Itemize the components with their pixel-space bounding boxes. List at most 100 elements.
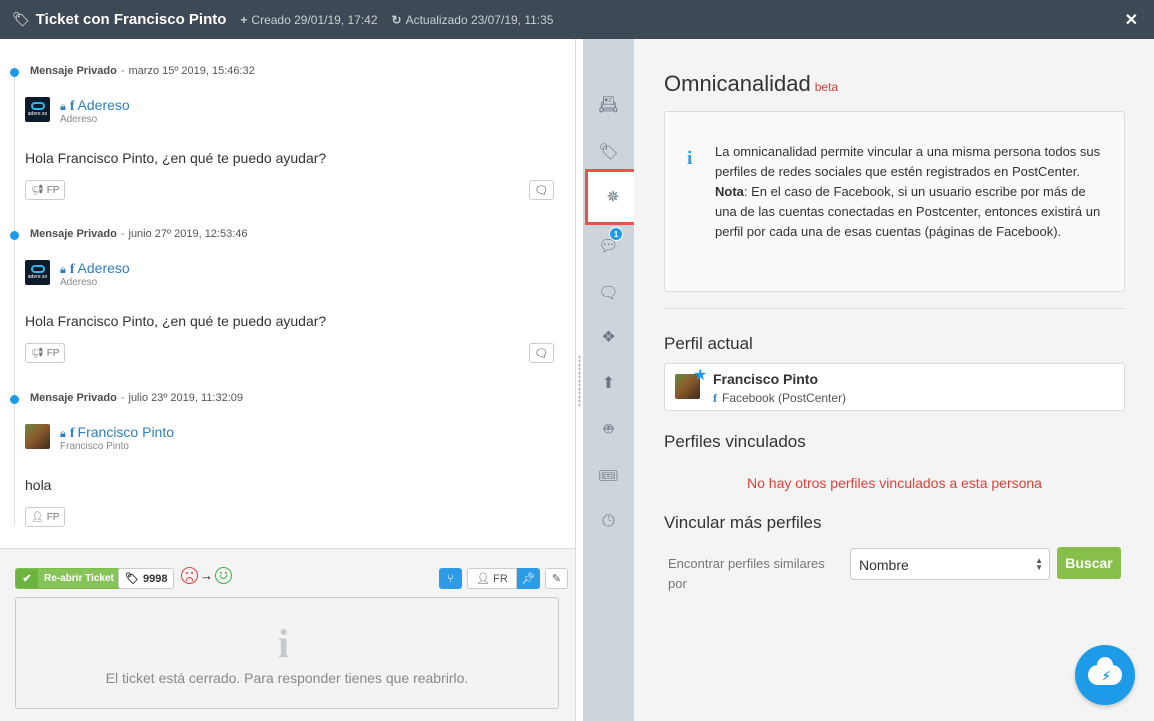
avatar: adere.so: [25, 260, 50, 285]
created-date: Creado 29/01/19, 17:42: [251, 12, 378, 27]
ticket-title: Ticket con Francisco Pinto: [35, 11, 227, 28]
author-subtitle: Francisco Pinto: [60, 441, 129, 452]
edit-icon: ✎: [551, 573, 562, 585]
ticket-icon: 🏷︎: [125, 573, 139, 585]
reopen-ticket-button[interactable]: ✔ Re-abrir Ticket: [15, 568, 121, 589]
reply-button[interactable]: 🗨︎: [529, 180, 554, 200]
timeline-dot: [10, 231, 19, 240]
author-name[interactable]: 🔒︎ f Adereso: [60, 260, 130, 278]
linked-profiles-heading: Perfiles vinculados: [664, 432, 806, 451]
tag-icon[interactable]: 🏷︎: [583, 137, 634, 167]
sad-face-icon: [181, 567, 198, 584]
pin-icon: 📌︎: [521, 573, 536, 585]
info-icon: i: [687, 148, 693, 169]
avatar: [25, 424, 50, 449]
closed-ticket-notice: i El ticket está cerrado. Para responder…: [15, 597, 559, 709]
chat-widget-button[interactable]: ⚡︎: [1075, 645, 1135, 705]
author-tag: 📢︎ FP: [25, 343, 66, 363]
tickets-icon[interactable]: 🎟︎: [583, 461, 634, 491]
search-button[interactable]: Buscar: [1057, 547, 1121, 579]
facebook-icon: f: [69, 426, 75, 441]
find-similar-label: Encontrar perfiles similares por: [668, 556, 825, 591]
edit-button[interactable]: ✎: [545, 568, 568, 589]
message-text: hola: [25, 477, 52, 493]
message-header: Mensaje Privado - marzo 15º 2019, 15:46:32: [30, 65, 255, 77]
ticket-header: 🏷︎ Ticket con Francisco Pinto + Creado 2…: [0, 0, 1154, 39]
profile-network: f Facebook (PostCenter): [713, 391, 847, 405]
omnichannel-panel: Omnicanalidad beta i La omnicanalidad per…: [634, 39, 1154, 721]
chat-icon[interactable]: 💬︎ 1: [583, 227, 634, 261]
robot-icon[interactable]: 🤖︎: [583, 415, 634, 445]
lock-icon: 🔒︎: [60, 264, 66, 276]
search-criteria-select[interactable]: Nombre ▲ ▼: [850, 548, 1050, 580]
bolt-icon: ⚡︎: [1102, 669, 1111, 683]
branch-icon: ⑂: [447, 572, 454, 585]
drag-handle-icon[interactable]: [578, 355, 581, 407]
ticket-toolbar: ⑂ 👤︎ FR 📌︎ ✎: [439, 568, 568, 589]
author-name[interactable]: 🔒︎ f Adereso: [60, 97, 130, 115]
timeline-dot: [10, 68, 19, 77]
message-item: Mensaje Privado - junio 27º 2019, 12:53:46…: [0, 208, 575, 371]
message-item: Mensaje Privado - marzo 15º 2019, 15:46:32…: [0, 45, 575, 208]
created-meta: + Creado 29/01/19, 17:42: [240, 13, 377, 27]
info-icon: i: [278, 621, 290, 666]
megaphone-icon: 📢︎: [31, 347, 44, 359]
timeline-dot: [10, 395, 19, 404]
user-icon: 👤︎: [31, 511, 44, 523]
comment-icon: 🗨︎: [534, 184, 549, 197]
divider: [664, 308, 1125, 309]
updated-date: Actualizado 23/07/19, 11:35: [405, 12, 554, 27]
no-linked-message: No hay otros perfiles vinculados a esta …: [747, 475, 1042, 491]
closed-ticket-message: El ticket está cerrado. Para responder t…: [105, 670, 469, 686]
current-profile-heading: Perfil actual: [664, 334, 753, 353]
current-profile-card[interactable]: ★ Francisco Pinto f Facebook (PostCenter): [664, 363, 1125, 411]
facebook-icon: f: [713, 391, 717, 405]
comments-icon[interactable]: 🗨︎: [583, 278, 634, 308]
arrow-right-icon: →: [200, 568, 213, 583]
message-header: Mensaje Privado - junio 27º 2019, 12:53:46: [30, 228, 248, 240]
notification-badge: 1: [609, 227, 623, 241]
megaphone-icon: 📢︎: [31, 184, 44, 196]
message-header: Mensaje Privado - julio 23º 2019, 11:32:09: [30, 392, 244, 404]
author-tag: 👤︎ FP: [25, 507, 66, 527]
puzzle-icon[interactable]: ❖: [583, 322, 634, 352]
check-icon: ✔: [16, 569, 38, 588]
page-title: Omnicanalidad beta: [664, 71, 839, 96]
cloud-icon: ⚡︎: [1088, 657, 1122, 685]
reply-button[interactable]: 🗨︎: [529, 343, 554, 363]
omnichannel-icon[interactable]: ✵: [585, 169, 641, 225]
avatar: adere.so: [25, 97, 50, 122]
clock-icon[interactable]: 🕒︎: [583, 507, 634, 537]
panel-splitter[interactable]: [575, 39, 583, 721]
happy-face-icon: [215, 567, 232, 584]
message-text: Hola Francisco Pinto, ¿en qué te puedo a…: [25, 150, 327, 166]
ticket-icon: 🏷︎: [12, 11, 30, 27]
close-icon[interactable]: ✕: [1125, 10, 1138, 30]
lock-icon: 🔒︎: [60, 428, 66, 440]
info-box: i La omnicanalidad permite vincular a un…: [664, 111, 1125, 292]
branch-button[interactable]: ⑂: [439, 568, 462, 589]
author-name[interactable]: 🔒︎ f Francisco Pinto: [60, 424, 174, 442]
profile-name: Francisco Pinto: [713, 371, 819, 387]
satisfaction-indicator: →: [181, 567, 232, 584]
updated-meta: ↻ Actualizado 23/07/19, 11:35: [392, 13, 554, 27]
beta-badge: beta: [814, 80, 839, 94]
link-more-heading: Vincular más perfiles: [664, 513, 822, 532]
author-tag: 📢︎ FP: [25, 180, 66, 200]
star-icon: ★: [693, 367, 708, 384]
author-subtitle: Adereso: [60, 114, 98, 125]
ticket-number-badge: 🏷︎ 9998: [118, 568, 175, 589]
plus-icon: +: [240, 12, 248, 27]
contact-card-icon[interactable]: 📇︎: [583, 90, 634, 120]
escalate-icon[interactable]: ⬆: [583, 368, 634, 398]
select-caret-icon: ▲ ▼: [1035, 556, 1043, 572]
author-subtitle: Adereso: [60, 277, 98, 288]
conversation-panel[interactable]: Mensaje Privado - marzo 15º 2019, 15:46:32…: [0, 39, 575, 548]
reply-area: ✔ Re-abrir Ticket 🏷︎ 9998 → ⑂ 👤︎ FR 📌︎ ✎ i…: [0, 548, 575, 721]
side-icon-rail: 📇︎ 🏷︎ ✵ 💬︎ 1 🗨︎ ❖ ⬆ 🤖︎ 🎟︎ 🕒︎: [583, 39, 641, 721]
message-text: Hola Francisco Pinto, ¿en qué te puedo a…: [25, 313, 327, 329]
assignee-button[interactable]: 👤︎ FR: [467, 568, 517, 589]
pin-button[interactable]: 📌︎: [517, 568, 540, 589]
comment-icon: 🗨︎: [534, 347, 549, 360]
facebook-icon: f: [69, 99, 75, 114]
